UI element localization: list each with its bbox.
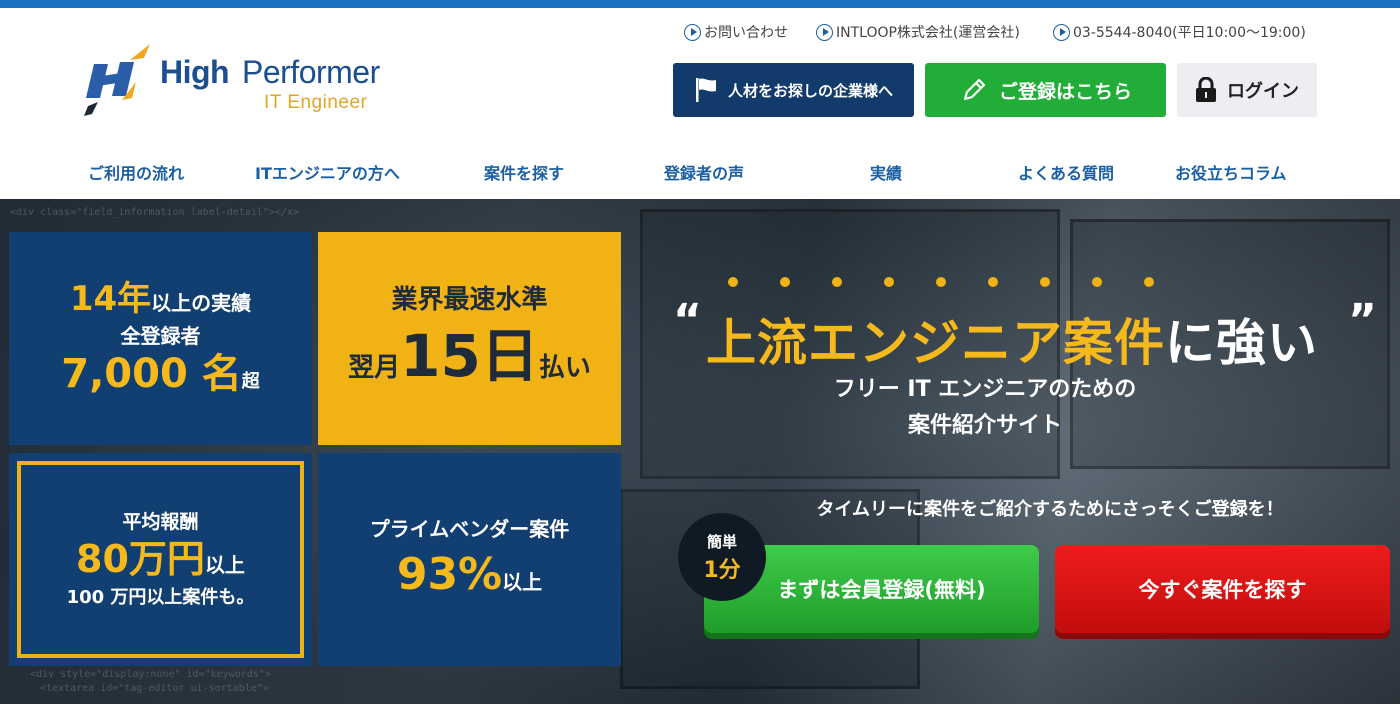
- tile1-line1: 14年以上の実績: [70, 279, 251, 320]
- hero-section: <div class="field_information label-deta…: [0, 199, 1400, 704]
- tile1-years-suffix: 以上の実績: [151, 291, 252, 316]
- nav-flow[interactable]: ご利用の流れ: [88, 160, 184, 183]
- emphasis-dot: [780, 277, 790, 287]
- headline-rest: に強い: [1165, 314, 1318, 372]
- emphasis-dot: [1092, 277, 1102, 287]
- hero-subtitle-line2: 案件紹介サイト: [907, 413, 1062, 438]
- search-jobs-label: 今すぐ案件を探す: [1138, 578, 1307, 602]
- logo-text-high: High: [160, 54, 230, 90]
- hero-subtitle-line1: フリー IT エンジニアのための: [833, 377, 1137, 402]
- emphasis-dot: [728, 277, 738, 287]
- top-accent-bar: [0, 0, 1400, 8]
- tile1-count: 7,000 名: [61, 350, 242, 397]
- quote-close-mark: ”: [1348, 295, 1377, 346]
- tile4-percent-suffix: 以上: [502, 570, 543, 595]
- stat-tile-experience: 14年以上の実績 全登録者 7,000 名超: [9, 232, 312, 445]
- tile4-line2: 93%以上: [397, 549, 542, 602]
- emphasis-dots: [728, 277, 1168, 291]
- play-circle-icon: [684, 23, 701, 41]
- headline-highlight: 上流エンジニア案件: [706, 314, 1165, 372]
- search-jobs-button[interactable]: 今すぐ案件を探す: [1055, 545, 1390, 633]
- tile1-line3: 7,000 名超: [61, 350, 259, 398]
- tile1-count-suffix: 超: [241, 370, 260, 392]
- register-button[interactable]: ご登録はこちら: [925, 63, 1166, 117]
- nav-testimonials[interactable]: 登録者の声: [664, 160, 744, 183]
- nav-for-engineers[interactable]: ITエンジニアの方へ: [255, 160, 400, 183]
- one-minute-badge: 簡単 1分: [678, 513, 766, 601]
- contact-link[interactable]: お問い合わせ: [684, 22, 788, 42]
- nav-column[interactable]: お役立ちコラム: [1175, 160, 1287, 183]
- register-button-label: ご登録はこちら: [998, 80, 1132, 103]
- phone-link-label: 03-5544-8040(平日10:00〜19:00): [1073, 25, 1306, 41]
- contact-link-label: お問い合わせ: [704, 25, 788, 41]
- logo-text-performer: Performer: [242, 54, 380, 90]
- tile1-years: 14年: [69, 279, 152, 320]
- company-link[interactable]: INTLOOP株式会社(運営会社): [816, 22, 1020, 42]
- nav-search-jobs[interactable]: 案件を探す: [484, 160, 564, 183]
- emphasis-dot: [1040, 277, 1050, 287]
- phone-link[interactable]: 03-5544-8040(平日10:00〜19:00): [1053, 22, 1306, 42]
- tile4-label: プライムベンダー案件: [369, 517, 570, 542]
- hero-headline: 上流エンジニア案件に強い: [706, 303, 1318, 375]
- logo-tagline: IT Engineer: [264, 92, 368, 113]
- stat-tile-payment: 業界最速水準 翌月15日払い: [318, 232, 621, 445]
- tile2-suffix: 払い: [538, 353, 591, 384]
- corporate-button[interactable]: 人材をお探しの企業様へ: [673, 63, 914, 117]
- hero-timely-text: タイムリーに案件をご紹介するためにさっそくご登録を！: [816, 499, 1284, 520]
- nav-faq[interactable]: よくある質問: [1018, 160, 1114, 183]
- login-button[interactable]: ログイン: [1177, 63, 1317, 117]
- tile2-label: 業界最速水準: [391, 285, 548, 316]
- badge-line1: 簡単: [706, 532, 737, 551]
- tile2-days: 15日: [400, 322, 539, 391]
- emphasis-dot: [832, 277, 842, 287]
- company-link-label: INTLOOP株式会社(運営会社): [836, 25, 1020, 41]
- tile2-line2: 翌月15日払い: [348, 322, 591, 392]
- flag-icon: [694, 77, 718, 103]
- emphasis-dot: [988, 277, 998, 287]
- pencil-icon: [959, 75, 989, 105]
- logo-mark-icon: [84, 44, 150, 116]
- emphasis-dot: [936, 277, 946, 287]
- lock-icon: [1195, 77, 1217, 103]
- tile4-percent: 93%: [396, 549, 503, 601]
- emphasis-dot: [1144, 277, 1154, 287]
- tile3-frame: [17, 461, 304, 658]
- tile2-prefix: 翌月: [348, 353, 401, 384]
- quote-open-mark: “: [673, 295, 702, 346]
- site-logo[interactable]: High Performer IT Engineer: [84, 42, 404, 118]
- register-free-label: まずは会員登録(無料): [777, 578, 986, 602]
- login-button-label: ログイン: [1227, 81, 1299, 102]
- tile1-label: 全登録者: [120, 323, 201, 348]
- stat-tile-prime: プライムベンダー案件 93%以上: [318, 453, 621, 666]
- play-circle-icon: [1053, 23, 1070, 41]
- emphasis-dot: [884, 277, 894, 287]
- corporate-button-label: 人材をお探しの企業様へ: [727, 81, 893, 100]
- nav-results[interactable]: 実績: [870, 160, 902, 183]
- badge-line2: 1分: [703, 557, 741, 583]
- play-circle-icon: [816, 23, 833, 41]
- stat-tile-salary: 平均報酬 80万円以上 100 万円以上案件も。: [9, 453, 312, 666]
